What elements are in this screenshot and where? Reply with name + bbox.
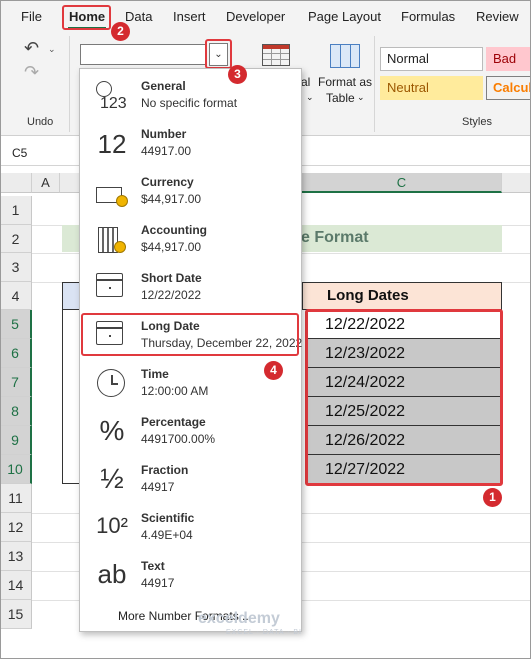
tab-developer[interactable]: Developer [226,9,285,24]
row-header-12[interactable]: 12 [0,513,32,542]
format-scientific[interactable]: 10² Scientific 4.49E+04 [80,503,301,551]
long-date-highlight [81,313,299,356]
text-ab-icon: ab [97,559,127,589]
tab-insert[interactable]: Insert [173,9,206,24]
row-header-7[interactable]: 7 [0,368,32,397]
scientific-icon: 10² [96,513,128,538]
row-header-9[interactable]: 9 [0,426,32,455]
currency-icon [94,175,130,209]
chevron-down-icon[interactable]: ⌄ [306,92,314,103]
row-header-14[interactable]: 14 [0,571,32,600]
format-fraction[interactable]: ½ Fraction 44917 [80,455,301,503]
long-dates-header: Long Dates [327,287,409,304]
clock-icon [94,367,130,401]
style-calculation[interactable]: Calcul [486,76,531,100]
row-header-2[interactable]: 2 [0,225,32,253]
format-text[interactable]: ab Text 44917 [80,551,301,599]
calendar-icon [96,273,123,297]
conditional-formatting-icon[interactable] [262,44,290,66]
conditional-formatting-label[interactable]: al [301,75,310,89]
undo-dropdown-icon[interactable]: ⌄ [48,44,56,55]
watermark-tagline: EXCEL · DATA · BI [226,629,302,636]
row-header-5[interactable]: 5 [0,310,32,339]
format-as-table-label[interactable]: Format as [318,75,372,89]
format-currency[interactable]: Currency $44,917.00 [80,167,301,215]
format-as-table-icon[interactable] [330,44,360,68]
tab-data[interactable]: Data [125,9,152,24]
row-header-10[interactable]: 10 [0,455,32,484]
step-badge-1: 1 [483,488,502,507]
format-number[interactable]: 12 Number 44917.00 [80,119,301,167]
row-header-11[interactable]: 11 [0,484,32,513]
format-as-table-label-2[interactable]: Table [326,91,355,105]
tab-file[interactable]: File [21,9,42,24]
format-accounting[interactable]: Accounting $44,917.00 [80,215,301,263]
style-normal[interactable]: Normal [380,47,483,71]
ribbon-separator [69,36,70,132]
calculator-icon [94,223,130,257]
step-badge-3: 3 [228,65,247,84]
number-format-box[interactable] [80,44,207,65]
styles-group-label: Styles [462,116,492,128]
step-badge-2: 2 [111,22,130,41]
select-all-corner[interactable] [0,173,32,193]
fraction-icon: ½ [100,463,124,494]
redo-icon[interactable]: ↷ [24,62,39,83]
ribbon-separator [374,36,375,132]
home-tab-highlight [62,5,111,30]
row-header-3[interactable]: 3 [0,253,32,282]
number-12-icon: 12 [97,129,127,159]
step-badge-4: 4 [264,361,283,380]
format-general[interactable]: 123 General No specific format [80,71,301,119]
name-box[interactable]: C5 [12,146,27,160]
column-header-c[interactable]: C [302,173,502,193]
row-header-8[interactable]: 8 [0,397,32,426]
format-short-date[interactable]: Short Date 12/22/2022 [80,263,301,311]
clock-123-icon: 123 [94,79,130,113]
undo-group-label: Undo [27,116,54,128]
row-header-4[interactable]: 4 [0,282,32,310]
style-neutral[interactable]: Neutral [380,76,483,100]
tab-review[interactable]: Review [476,9,519,24]
undo-icon[interactable]: ↶ [24,38,39,59]
column-header-a[interactable]: A [32,173,60,193]
chevron-down-icon[interactable]: ⌄ [357,92,365,103]
row-header-13[interactable]: 13 [0,542,32,571]
format-percentage[interactable]: % Percentage 4491700.00% [80,407,301,455]
column-header-d[interactable] [502,173,531,193]
percent-icon: % [99,415,125,446]
watermark-logo: exceldemy [198,610,280,627]
sheet-title: e Format [301,229,369,246]
selected-range-highlight [305,309,503,486]
row-header-6[interactable]: 6 [0,339,32,368]
row-header-1[interactable]: 1 [0,196,32,225]
row-header-15[interactable]: 15 [0,600,32,629]
style-bad[interactable]: Bad [486,47,531,71]
dropdown-button-highlight [205,39,232,69]
tab-page-layout[interactable]: Page Layout [308,9,381,24]
tab-formulas[interactable]: Formulas [401,9,455,24]
